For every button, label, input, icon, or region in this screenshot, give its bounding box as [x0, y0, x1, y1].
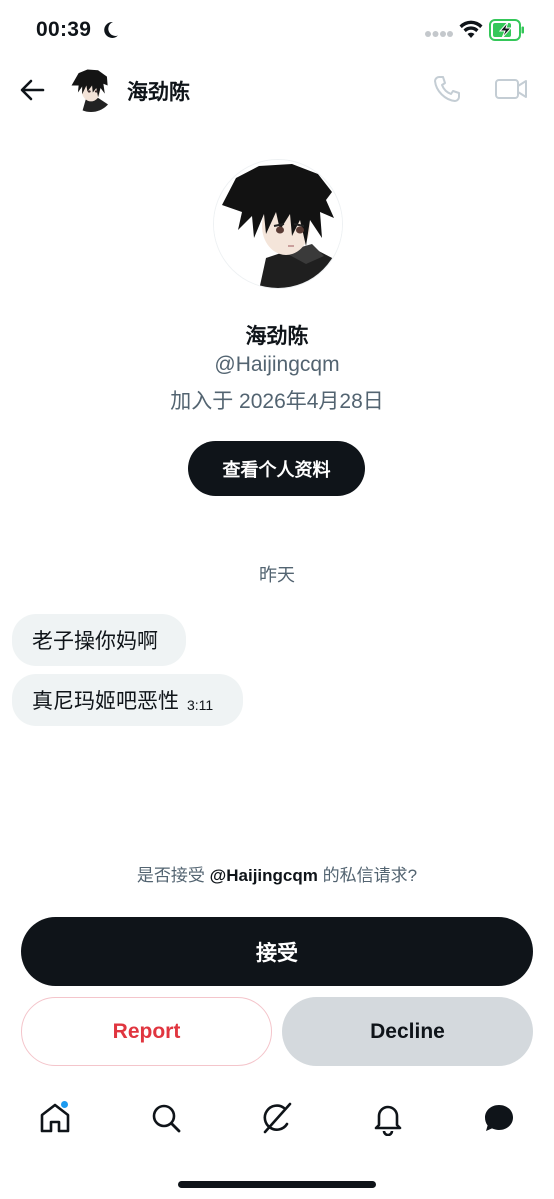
header-avatar[interactable]	[68, 66, 114, 112]
anime-avatar-image	[68, 66, 114, 112]
bottom-tab-bar	[0, 1090, 554, 1150]
report-button[interactable]: Report	[21, 997, 272, 1066]
wifi-icon	[459, 20, 483, 38]
phone-icon[interactable]	[432, 74, 462, 104]
message-request-prompt: 是否接受 @Haijingcqm 的私信请求?	[0, 861, 554, 886]
moon-icon	[104, 21, 118, 38]
message-timestamp: 3:11	[187, 697, 214, 713]
status-bar: 00:39	[0, 0, 554, 60]
video-camera-icon[interactable]	[494, 76, 528, 102]
grok-icon[interactable]	[259, 1100, 295, 1136]
prompt-suffix: 的私信请求?	[322, 866, 418, 885]
home-notification-dot	[60, 1100, 69, 1109]
signal-icon	[425, 31, 453, 37]
decline-button[interactable]: Decline	[282, 997, 533, 1066]
view-profile-button[interactable]: 查看个人资料	[188, 441, 365, 496]
profile-avatar[interactable]	[213, 159, 343, 289]
search-icon[interactable]	[148, 1100, 184, 1136]
profile-name: 海劲陈	[245, 325, 309, 348]
profile-handle: @Haijingcqm	[214, 353, 340, 376]
back-arrow-icon[interactable]	[18, 76, 46, 104]
date-separator: 昨天	[259, 565, 295, 585]
header-name[interactable]: 海劲陈	[127, 76, 190, 106]
conversation-header: 海劲陈	[0, 60, 554, 120]
prompt-handle: @Haijingcqm	[209, 866, 318, 885]
prompt-prefix: 是否接受	[136, 866, 205, 885]
messages-icon[interactable]	[481, 1100, 517, 1136]
home-indicator	[178, 1181, 376, 1188]
status-time: 00:39	[36, 18, 92, 41]
message-bubble[interactable]: 真尼玛姬吧恶性 3:11	[12, 674, 243, 726]
message-text: 老子操你妈啊	[32, 630, 158, 653]
message-bubble[interactable]: 老子操你妈啊	[12, 614, 186, 666]
anime-avatar-image	[214, 160, 342, 288]
battery-charging-icon	[489, 19, 524, 41]
message-text: 真尼玛姬吧恶性	[32, 690, 179, 713]
accept-button[interactable]: 接受	[21, 917, 533, 986]
profile-joined-date: 加入于 2026年4月28日	[170, 390, 384, 413]
notifications-icon[interactable]	[370, 1100, 406, 1136]
